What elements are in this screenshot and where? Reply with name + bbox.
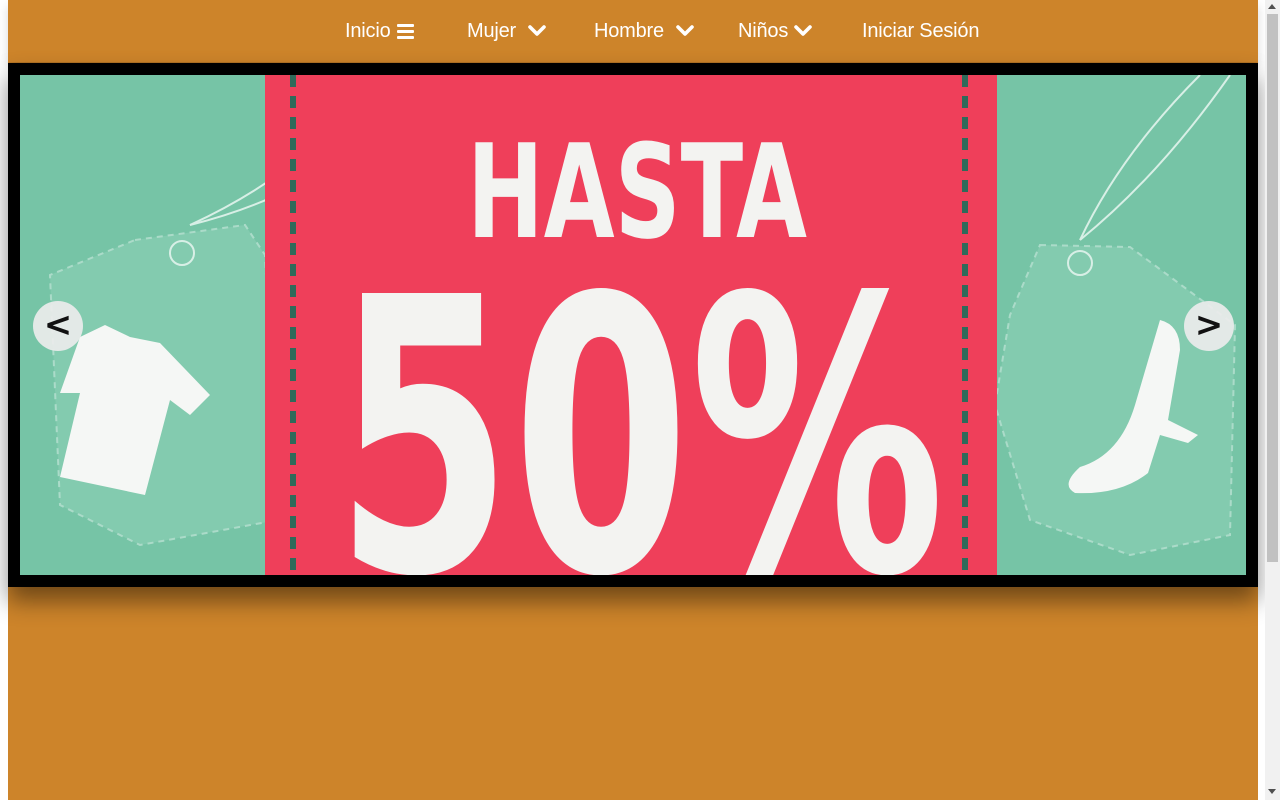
- nav-item-label: Inicio: [345, 19, 391, 42]
- page-background: Inicio Mujer Hombre Niños Iniciar Sesión…: [8, 0, 1258, 800]
- nav-item-label: Iniciar Sesión: [862, 19, 980, 42]
- scrollbar-thumb[interactable]: [1267, 14, 1278, 562]
- banner-discount: 50%: [335, 217, 945, 575]
- chevron-down-icon: [676, 25, 694, 37]
- sale-banner-image: HASTA 50%: [20, 75, 1246, 575]
- nav-item-label: Niños: [738, 19, 789, 42]
- nav-item-iniciar-sesion[interactable]: Iniciar Sesión: [862, 17, 979, 45]
- nav-item-ninos[interactable]: Niños: [738, 17, 812, 45]
- nav-item-label: Hombre: [594, 19, 664, 42]
- slider-prev-button[interactable]: <: [33, 301, 83, 351]
- chevron-down-icon: [794, 25, 812, 37]
- nav-item-hombre[interactable]: Hombre: [594, 17, 694, 45]
- image-slider: HASTA 50% < >: [8, 63, 1258, 587]
- next-arrow-label: >: [1194, 305, 1224, 345]
- nav-item-label: Mujer: [467, 19, 517, 42]
- vertical-scrollbar[interactable]: [1265, 0, 1280, 800]
- chevron-down-icon: [528, 25, 546, 37]
- slider-next-button[interactable]: >: [1184, 301, 1234, 351]
- top-navbar: Inicio Mujer Hombre Niños Iniciar Sesión: [8, 0, 1258, 62]
- nav-item-mujer[interactable]: Mujer: [467, 17, 546, 45]
- nav-item-inicio[interactable]: Inicio: [345, 17, 414, 45]
- scroll-down-arrow-icon[interactable]: [1268, 789, 1276, 794]
- scroll-up-arrow-icon[interactable]: [1268, 4, 1276, 9]
- prev-arrow-label: <: [43, 305, 73, 345]
- bars-icon: [396, 23, 414, 39]
